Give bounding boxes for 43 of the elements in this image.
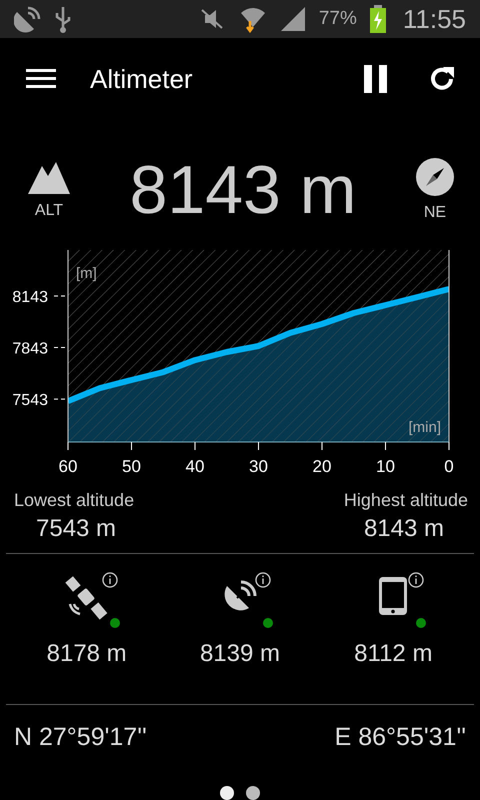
tick-label: 40 <box>186 457 204 476</box>
stat-label: Highest altitude <box>344 490 468 511</box>
axis-label: [m] <box>76 265 97 282</box>
tick-label: 50 <box>122 457 141 476</box>
tick-label: 0 <box>444 457 454 476</box>
source-altitude: 8178 m <box>46 640 127 668</box>
altitude-value: 8143 m <box>130 151 356 229</box>
satellite-icon <box>64 576 110 622</box>
info-icon[interactable] <box>254 572 271 588</box>
satellite-dish-icon <box>14 5 42 33</box>
clock: 11:55 <box>402 4 466 34</box>
wifi-icon <box>238 5 267 33</box>
tick-label: 30 <box>249 457 268 476</box>
axis-label: [min] <box>408 419 441 436</box>
tick-label: 8143 <box>12 289 48 306</box>
tick-label: 20 <box>312 457 332 476</box>
source-altitude: 8139 m <box>200 640 280 668</box>
tick-label: 7543 <box>12 392 48 410</box>
info-icon[interactable] <box>408 572 424 588</box>
battery-icon <box>368 5 387 33</box>
source-altitude: 8112 m <box>354 640 432 668</box>
usb-icon <box>54 5 72 33</box>
mountain-icon <box>28 160 70 194</box>
pause-button[interactable] <box>364 65 388 93</box>
page-indicator-dot[interactable] <box>246 786 260 800</box>
menu-button[interactable] <box>26 68 56 90</box>
info-icon[interactable] <box>102 572 118 588</box>
altitude-label: ALT <box>34 202 64 220</box>
compass-icon <box>416 158 454 196</box>
signal-icon <box>278 5 307 33</box>
tick-label: 7843 <box>12 340 48 358</box>
stat-value: 7543 m <box>35 515 118 543</box>
heading-label: NE <box>424 204 446 222</box>
app-title: Altimeter <box>90 64 193 94</box>
stat-label: Lowest altitude <box>14 490 134 511</box>
stat-value: 8143 m <box>364 515 445 543</box>
longitude: E 86°55'31'' <box>334 723 466 752</box>
tick-label: 60 <box>58 457 78 476</box>
tick-label: 10 <box>376 457 395 476</box>
phone-icon <box>378 576 408 616</box>
latitude: N 27°59'17'' <box>14 723 147 752</box>
battery-percent: 77% <box>318 8 357 30</box>
page-indicator-dot[interactable] <box>220 786 234 800</box>
